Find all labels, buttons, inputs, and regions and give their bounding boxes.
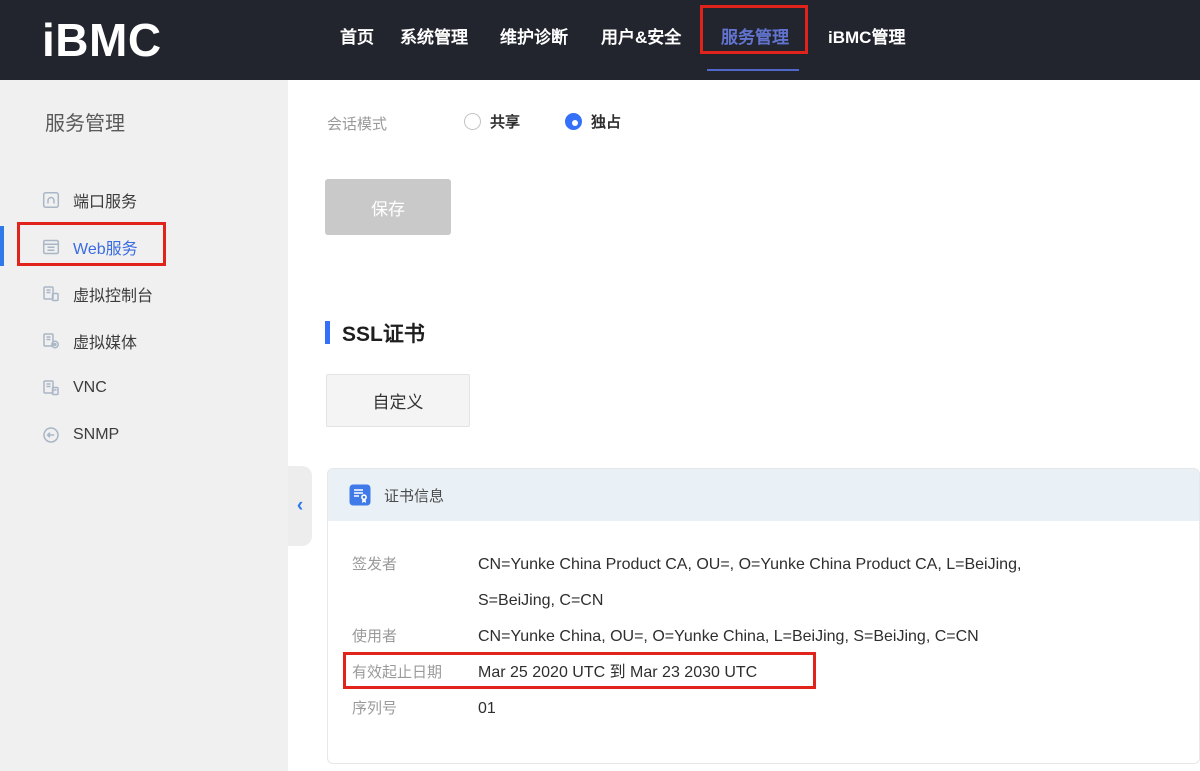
radio-unchecked-icon [464,113,481,130]
radio-session-shared[interactable]: 共享 [464,111,520,132]
certificate-row-value: CN=Yunke China, OU=, O=Yunke China, L=Be… [478,619,979,655]
certificate-rows: 签发者CN=Yunke China Product CA, OU=, O=Yun… [328,521,1199,727]
virtual-console-icon [42,285,60,303]
sidebar-menu: 端口服务Web服务虚拟控制台虚拟媒体VNCSNMP [0,176,288,458]
top-nav-item-ibmc-mgmt[interactable]: iBMC管理 [828,23,905,48]
chevron-left-icon: ‹ [297,495,303,517]
certificate-row-issuer: 签发者CN=Yunke China Product CA, OU=, O=Yun… [352,547,1179,619]
top-nav-item-system-mgmt[interactable]: 系统管理 [400,23,468,48]
certificate-row-subject: 使用者CN=Yunke China, OU=, O=Yunke China, L… [352,619,1179,655]
radio-session-exclusive[interactable]: 独占 [565,111,621,132]
ibmc-logo: iBMC [42,13,162,67]
certificate-icon [349,484,371,506]
ssl-section-title: SSL证书 [342,318,425,348]
virtual-media-icon [42,332,60,350]
top-header-bar: iBMC 首页系统管理维护诊断用户&安全服务管理iBMC管理 [0,0,1200,80]
top-nav-item-maintenance[interactable]: 维护诊断 [500,23,568,48]
certificate-row-label: 序列号 [352,691,478,727]
certificate-row-value: CN=Yunke China Product CA, OU=, O=Yunke … [478,547,1021,619]
annotation-redbox-nav-service-mgmt [700,5,808,54]
sidebar-item-virtual-console[interactable]: 虚拟控制台 [0,270,288,317]
sidebar-item-port-services[interactable]: 端口服务 [0,176,288,223]
sidebar-title: 服务管理 [45,107,125,136]
sidebar-item-vnc[interactable]: VNC [0,364,288,411]
annotation-redbox-validity-row [343,652,816,689]
annotation-redbox-web-service [17,222,166,266]
certificate-panel-header: 证书信息 [328,469,1199,521]
sidebar-item-label: 虚拟控制台 [73,282,153,306]
sidebar-item-snmp[interactable]: SNMP [0,411,288,458]
active-nav-underline [707,69,799,71]
top-nav-item-home[interactable]: 首页 [340,23,374,48]
sidebar-collapse-button[interactable]: ‹ [288,466,312,546]
sidebar-item-label: 端口服务 [73,188,137,212]
certificate-panel-title: 证书信息 [384,485,444,506]
radio-label: 共享 [490,111,520,132]
session-mode-label: 会话模式 [327,113,387,134]
save-button[interactable]: 保存 [325,179,451,235]
port-services-icon [42,191,60,209]
sidebar-item-label: 虚拟媒体 [73,329,137,353]
sidebar-item-virtual-media[interactable]: 虚拟媒体 [0,317,288,364]
sidebar-active-indicator [0,226,4,266]
section-accent-bar [325,321,330,344]
radio-checked-icon [565,113,582,130]
vnc-icon [42,379,60,397]
radio-label: 独占 [591,111,621,132]
custom-certificate-button[interactable]: 自定义 [326,374,470,427]
certificate-row-label: 签发者 [352,547,478,619]
top-nav-item-user-security[interactable]: 用户&安全 [601,23,681,48]
sidebar-item-label: VNC [73,379,107,397]
sidebar: 服务管理 端口服务Web服务虚拟控制台虚拟媒体VNCSNMP ‹ [0,80,288,771]
certificate-row-label: 使用者 [352,619,478,655]
snmp-icon [42,426,60,444]
certificate-row-value: 01 [478,691,496,727]
sidebar-item-label: SNMP [73,426,119,444]
certificate-row-serial: 序列号01 [352,691,1179,727]
certificate-info-panel: 证书信息 签发者CN=Yunke China Product CA, OU=, … [327,468,1200,764]
